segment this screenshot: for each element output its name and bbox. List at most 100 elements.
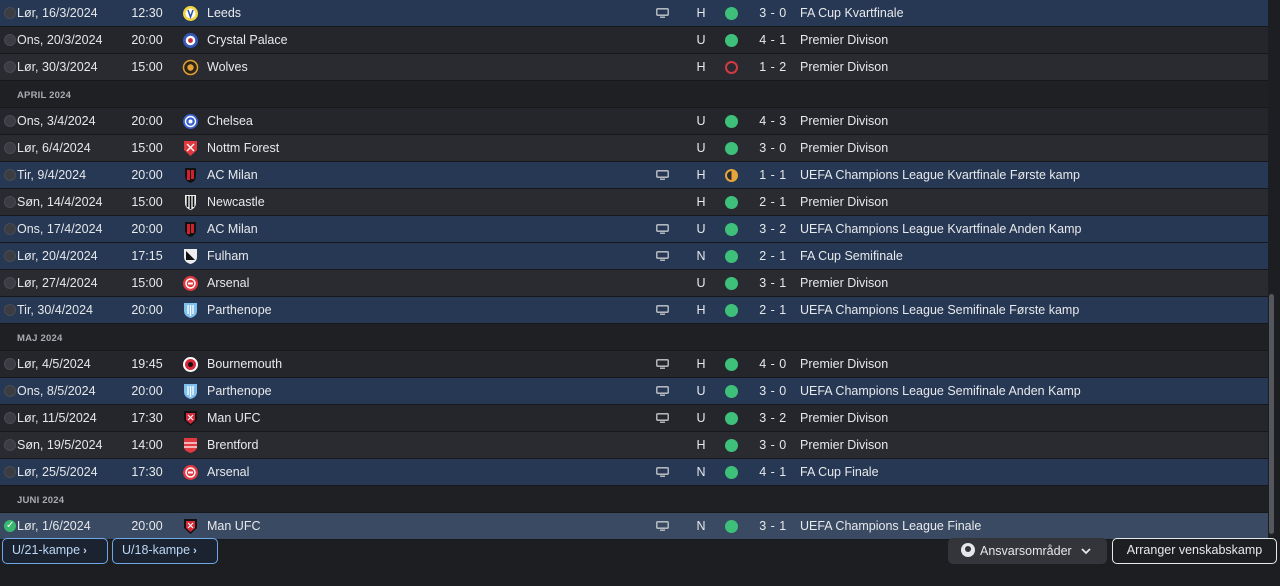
venue: N — [696, 519, 706, 533]
competition-link[interactable]: UEFA Champions League Kvartfinale Anden … — [800, 216, 1081, 242]
opponent-team-link[interactable]: AC Milan — [207, 216, 258, 242]
competition-link[interactable]: Premier Divison — [800, 270, 888, 296]
match-score[interactable]: 4 - 1 — [752, 459, 794, 485]
match-checkbox[interactable] — [4, 520, 16, 532]
match-score[interactable]: 4 - 0 — [752, 351, 794, 377]
responsibilities-button[interactable]: Ansvarsområder — [948, 538, 1107, 564]
opponent-team-link[interactable]: Parthenope — [207, 297, 272, 323]
competition-link[interactable]: UEFA Champions League Kvartfinale Første… — [800, 162, 1080, 188]
fixture-row[interactable]: Lør, 20/4/2024 17:15 Fulham N 2 - 1 FA C… — [0, 243, 1268, 270]
match-checkbox[interactable] — [4, 250, 16, 262]
match-checkbox[interactable] — [4, 34, 16, 46]
match-checkbox[interactable] — [4, 304, 16, 316]
competition-link[interactable]: Premier Divison — [800, 135, 888, 161]
competition-link[interactable]: UEFA Champions League Finale — [800, 513, 981, 539]
fixture-row[interactable]: Søn, 19/5/2024 14:00 Brentford H 3 - 0 P… — [0, 432, 1268, 459]
opponent-team-link[interactable]: Newcastle — [207, 189, 265, 215]
match-score[interactable]: 4 - 1 — [752, 27, 794, 53]
fixture-row[interactable]: Tir, 30/4/2024 20:00 Parthenope H 2 - 1 … — [0, 297, 1268, 324]
opponent-team-link[interactable]: Arsenal — [207, 459, 249, 485]
fixture-row[interactable]: Lør, 30/3/2024 15:00 Wolves H 1 - 2 Prem… — [0, 54, 1268, 81]
competition-link[interactable]: FA Cup Kvartfinale — [800, 0, 904, 26]
competition-link[interactable]: Premier Divison — [800, 432, 888, 458]
match-score[interactable]: 3 - 1 — [752, 513, 794, 539]
result-win-icon — [725, 34, 738, 47]
match-checkbox[interactable] — [4, 466, 16, 478]
competition-link[interactable]: Premier Divison — [800, 54, 888, 80]
competition-link[interactable]: UEFA Champions League Semifinale Første … — [800, 297, 1079, 323]
competition-link[interactable]: FA Cup Semifinale — [800, 243, 903, 269]
competition-link[interactable]: Premier Divison — [800, 405, 888, 431]
opponent-team-link[interactable]: Wolves — [207, 54, 248, 80]
opponent-team-link[interactable]: Man UFC — [207, 405, 260, 431]
opponent-team-link[interactable]: Leeds — [207, 0, 241, 26]
match-score[interactable]: 2 - 1 — [752, 297, 794, 323]
match-score[interactable]: 3 - 2 — [752, 405, 794, 431]
match-score[interactable]: 2 - 1 — [752, 243, 794, 269]
match-checkbox[interactable] — [4, 385, 16, 397]
match-checkbox[interactable] — [4, 439, 16, 451]
fixture-row[interactable]: Lør, 16/3/2024 12:30 Leeds H 3 - 0 FA Cu… — [0, 0, 1268, 27]
opponent-team-link[interactable]: Arsenal — [207, 270, 249, 296]
competition-link[interactable]: FA Cup Finale — [800, 459, 879, 485]
opponent-team-link[interactable]: Chelsea — [207, 108, 253, 134]
match-checkbox[interactable] — [4, 412, 16, 424]
match-score[interactable]: 4 - 3 — [752, 108, 794, 134]
opponent-team-link[interactable]: Parthenope — [207, 378, 272, 404]
match-checkbox[interactable] — [4, 223, 16, 235]
u18-matches-button[interactable]: U/18-kampe › — [112, 538, 218, 564]
leeds-crest-icon — [182, 5, 199, 22]
competition-link[interactable]: Premier Divison — [800, 108, 888, 134]
arrange-friendly-button[interactable]: Arranger venskabskamp — [1112, 538, 1277, 564]
competition-link[interactable]: Premier Divison — [800, 351, 888, 377]
match-date: Søn, 14/4/2024 — [17, 195, 103, 209]
result-win-icon — [725, 385, 738, 398]
fixture-row[interactable]: Søn, 14/4/2024 15:00 Newcastle H 2 - 1 P… — [0, 189, 1268, 216]
fixture-row[interactable]: Ons, 20/3/2024 20:00 Crystal Palace U 4 … — [0, 27, 1268, 54]
u21-matches-label: U/21-kampe — [12, 543, 81, 557]
match-score[interactable]: 3 - 1 — [752, 270, 794, 296]
fixture-row[interactable]: Lør, 6/4/2024 15:00 Nottm Forest U 3 - 0… — [0, 135, 1268, 162]
match-score[interactable]: 2 - 1 — [752, 189, 794, 215]
opponent-team-link[interactable]: Nottm Forest — [207, 135, 279, 161]
match-checkbox[interactable] — [4, 7, 16, 19]
match-score[interactable]: 1 - 2 — [752, 54, 794, 80]
match-checkbox[interactable] — [4, 115, 16, 127]
fixture-row[interactable]: Tir, 9/4/2024 20:00 AC Milan H 1 - 1 UEF… — [0, 162, 1268, 189]
u21-matches-button[interactable]: U/21-kampe › — [2, 538, 108, 564]
match-checkbox[interactable] — [4, 277, 16, 289]
fixture-row[interactable]: Lør, 11/5/2024 17:30 Man UFC U 3 - 2 Pre… — [0, 405, 1268, 432]
match-score[interactable]: 3 - 0 — [752, 432, 794, 458]
match-checkbox[interactable] — [4, 169, 16, 181]
fixture-row[interactable]: Ons, 17/4/2024 20:00 AC Milan U 3 - 2 UE… — [0, 216, 1268, 243]
match-checkbox[interactable] — [4, 196, 16, 208]
scrollbar[interactable] — [1269, 294, 1274, 534]
opponent-team-link[interactable]: Crystal Palace — [207, 27, 288, 53]
fixture-row[interactable]: Lør, 25/5/2024 17:30 Arsenal N 4 - 1 FA … — [0, 459, 1268, 486]
match-score[interactable]: 3 - 0 — [752, 135, 794, 161]
match-time: 20:00 — [131, 384, 163, 398]
opponent-team-link[interactable]: Man UFC — [207, 513, 260, 539]
opponent-team-link[interactable]: Bournemouth — [207, 351, 282, 377]
match-checkbox[interactable] — [4, 61, 16, 73]
fixture-row[interactable]: Lør, 1/6/2024 20:00 Man UFC N 3 - 1 UEFA… — [0, 513, 1268, 540]
fixture-row[interactable]: Ons, 8/5/2024 20:00 Parthenope U 3 - 0 U… — [0, 378, 1268, 405]
opponent-team-link[interactable]: Fulham — [207, 243, 249, 269]
footer-bar: U/21-kampe › U/18-kampe › Ansvarsområder A… — [0, 538, 1280, 586]
match-score[interactable]: 1 - 1 — [752, 162, 794, 188]
opponent-team-link[interactable]: Brentford — [207, 432, 258, 458]
fixture-row[interactable]: Ons, 3/4/2024 20:00 Chelsea U 4 - 3 Prem… — [0, 108, 1268, 135]
match-checkbox[interactable] — [4, 142, 16, 154]
competition-link[interactable]: Premier Divison — [800, 27, 888, 53]
competition-link[interactable]: UEFA Champions League Semifinale Anden K… — [800, 378, 1081, 404]
fixture-row[interactable]: Lør, 27/4/2024 15:00 Arsenal U 3 - 1 Pre… — [0, 270, 1268, 297]
opponent-team-link[interactable]: AC Milan — [207, 162, 258, 188]
chevron-right-icon: › — [83, 545, 87, 557]
competition-link[interactable]: Premier Divison — [800, 189, 888, 215]
match-score[interactable]: 3 - 0 — [752, 378, 794, 404]
fixture-row[interactable]: Lør, 4/5/2024 19:45 Bournemouth H 4 - 0 … — [0, 351, 1268, 378]
match-time: 15:00 — [131, 195, 163, 209]
match-checkbox[interactable] — [4, 358, 16, 370]
match-score[interactable]: 3 - 2 — [752, 216, 794, 242]
match-score[interactable]: 3 - 0 — [752, 0, 794, 26]
